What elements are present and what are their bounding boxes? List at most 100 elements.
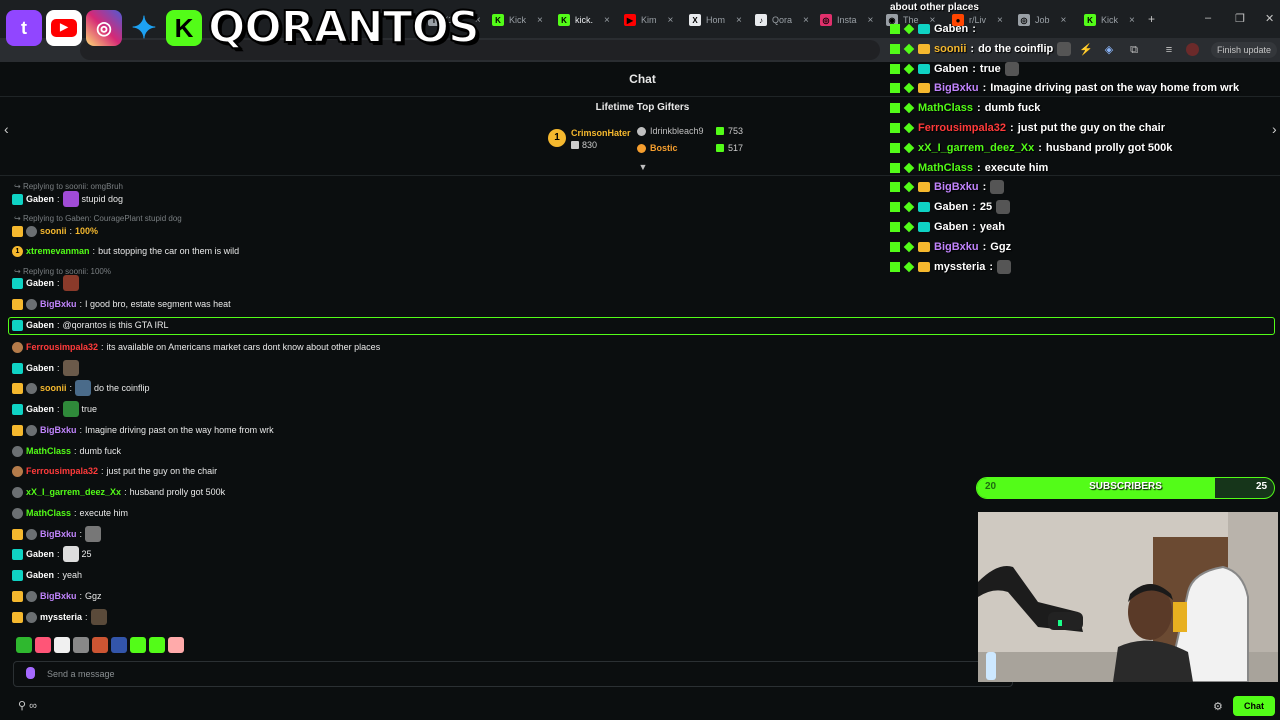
browser-tab[interactable]: Kkick. ×: [558, 10, 610, 30]
browser-tab[interactable]: X Hom ×: [689, 10, 742, 30]
message-input[interactable]: Send a message: [13, 661, 1013, 687]
chat-username[interactable]: xtremevanman: [26, 246, 90, 256]
chat-username[interactable]: Gaben: [26, 194, 54, 204]
emote-menu-icon[interactable]: ⚲ ∞: [18, 699, 37, 712]
chat-send-button[interactable]: Chat: [1233, 696, 1275, 716]
close-tab-icon[interactable]: ×: [668, 15, 674, 26]
gifter-name: CrimsonHater: [571, 128, 631, 138]
extensions-puzzle-icon[interactable]: ⧉: [1127, 43, 1141, 57]
tab-label: Job: [1035, 15, 1050, 25]
browser-tab[interactable]: ◎ Job ×: [1018, 10, 1066, 30]
close-tab-icon[interactable]: ×: [1129, 15, 1135, 26]
chat-username[interactable]: Gaben: [26, 278, 54, 288]
close-tab-icon[interactable]: ×: [736, 15, 742, 26]
extension-icon[interactable]: ⚡: [1079, 43, 1093, 57]
browser-tab[interactable]: K Kick ×: [1084, 10, 1135, 30]
kick-badge-icon: [890, 143, 900, 153]
chat-username[interactable]: BigBxku: [40, 529, 77, 539]
emote-8[interactable]: [149, 637, 165, 653]
chat-message[interactable]: Gaben:: [12, 275, 79, 291]
gifter-2[interactable]: Idrinkbleach9 753: [637, 126, 743, 136]
chat-message[interactable]: BigBxku: I good bro, estate segment was h…: [12, 296, 231, 312]
separator: :: [79, 299, 83, 309]
chat-username[interactable]: MathClass: [26, 446, 71, 456]
chat-username[interactable]: Ferrousimpala32: [26, 466, 98, 476]
close-tab-icon[interactable]: ×: [997, 15, 1003, 26]
finish-update-button[interactable]: Finish update: [1211, 42, 1278, 58]
overlay-text: Imagine driving past on the way home fro…: [990, 82, 1240, 94]
maximize-button[interactable]: ❐: [1235, 12, 1245, 25]
gifters-title: Lifetime Top Gifters: [595, 102, 690, 113]
chat-message[interactable]: BigBxku: Ggz: [12, 588, 102, 604]
chat-message[interactable]: Gaben: true: [12, 401, 97, 417]
browser-tab[interactable]: ♪ Qora ×: [755, 10, 809, 30]
emote-5[interactable]: [92, 637, 108, 653]
emote-1[interactable]: [16, 637, 32, 653]
chat-message[interactable]: BigBxku:: [12, 526, 102, 542]
separator: :: [69, 383, 73, 393]
chat-message[interactable]: Gaben: stupid dog: [12, 191, 123, 207]
chat-username[interactable]: soonii: [40, 226, 67, 236]
chat-message[interactable]: myssteria:: [12, 609, 107, 625]
close-window-button[interactable]: ✕: [1265, 12, 1274, 25]
chat-emote: [62, 546, 79, 562]
close-tab-icon[interactable]: ×: [868, 15, 874, 26]
chat-message[interactable]: MathClass: execute him: [12, 505, 128, 521]
chat-message[interactable]: MathClass: dumb fuck: [12, 443, 121, 459]
kick-badge-icon: [890, 262, 900, 272]
minimize-button[interactable]: –: [1205, 12, 1211, 24]
emote-6[interactable]: [111, 637, 127, 653]
chevron-left-icon[interactable]: ‹: [4, 121, 9, 137]
emote-2[interactable]: [35, 637, 51, 653]
chat-username[interactable]: BigBxku: [40, 591, 77, 601]
separator: :: [977, 162, 981, 174]
browser-tab[interactable]: K Kick ×: [492, 10, 543, 30]
chat-message[interactable]: BigBxku: Imagine driving past on the way …: [12, 422, 274, 438]
one-badge-icon: 1: [12, 245, 23, 257]
chat-message[interactable]: 1 xtremevanman: but stopping the car on th…: [12, 243, 239, 259]
chat-username[interactable]: xX_I_garrem_deez_Xx: [26, 487, 121, 497]
close-tab-icon[interactable]: ×: [803, 15, 809, 26]
collapse-icon[interactable]: ▼: [637, 162, 649, 172]
gifter-3[interactable]: Bostic 517: [637, 143, 743, 153]
chat-username[interactable]: Gaben: [26, 363, 54, 373]
close-tab-icon[interactable]: ×: [1061, 15, 1067, 26]
chat-username[interactable]: Gaben: [26, 320, 54, 330]
chat-username[interactable]: soonii: [40, 383, 67, 393]
cast-icon[interactable]: ◈: [1102, 43, 1116, 57]
emote-7[interactable]: [130, 637, 146, 653]
chat-username[interactable]: Gaben: [26, 549, 54, 559]
chevron-right-icon[interactable]: ›: [1272, 121, 1277, 137]
chat-username[interactable]: BigBxku: [40, 299, 77, 309]
close-tab-icon[interactable]: ×: [604, 15, 610, 26]
browser-tab[interactable]: ◎ Insta ×: [820, 10, 873, 30]
chat-message[interactable]: Gaben:: [12, 360, 79, 376]
separator: :: [57, 363, 60, 373]
chat-username[interactable]: BigBxku: [40, 425, 77, 435]
gifter-1[interactable]: CrimsonHater 830: [571, 128, 631, 150]
close-tab-icon[interactable]: ×: [537, 15, 543, 26]
mic-icon[interactable]: [26, 667, 35, 679]
chat-username[interactable]: MathClass: [26, 508, 71, 518]
chat-username[interactable]: Gaben: [26, 404, 54, 414]
emote-9[interactable]: [168, 637, 184, 653]
separator: :: [972, 63, 976, 75]
emote-3[interactable]: [54, 637, 70, 653]
chat-message[interactable]: soonii: do the coinflip: [12, 380, 150, 396]
new-tab-button[interactable]: +: [1148, 12, 1155, 26]
chat-message[interactable]: Gaben: 25: [12, 546, 92, 562]
chat-message[interactable]: Ferrousimpala32: just put the guy on the …: [12, 463, 217, 479]
browser-tab[interactable]: ▶ Kim ×: [624, 10, 673, 30]
emote-4[interactable]: [73, 637, 89, 653]
chat-message[interactable]: Gaben: yeah: [12, 567, 82, 583]
gear-icon[interactable]: ⚙: [1213, 700, 1223, 713]
media-icon[interactable]: ≡: [1162, 43, 1176, 57]
chat-username[interactable]: Ferrousimpala32: [26, 342, 98, 352]
chat-message[interactable]: Gaben: @qorantos is this GTA IRL: [12, 317, 169, 333]
profile-avatar[interactable]: [1186, 43, 1199, 56]
chat-message[interactable]: soonii:100%: [12, 223, 98, 239]
chat-message[interactable]: xX_I_garrem_deez_Xx: husband prolly got 5…: [12, 484, 225, 500]
chat-username[interactable]: myssteria: [40, 612, 82, 622]
chat-username[interactable]: Gaben: [26, 570, 54, 580]
chat-message[interactable]: Ferrousimpala32: its available on America…: [12, 339, 380, 355]
